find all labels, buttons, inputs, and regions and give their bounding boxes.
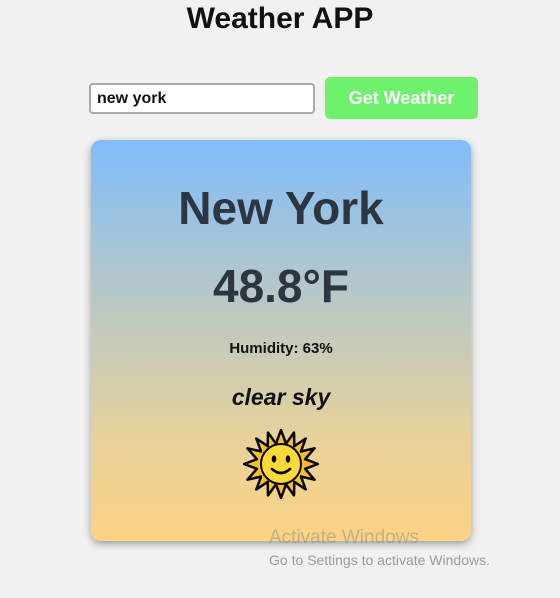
humidity: Humidity: 63%	[91, 339, 471, 359]
temperature: 48.8°F	[212, 260, 350, 312]
sun-face	[260, 443, 302, 485]
city-search-input[interactable]	[89, 83, 315, 114]
sun-with-face-icon	[243, 428, 319, 500]
sun-left-eye	[271, 455, 277, 463]
app-title: Weather APP	[186, 2, 374, 35]
humidity-label: Humidity:	[229, 340, 299, 357]
weather-description: clear sky	[231, 384, 331, 410]
city-name: New York	[178, 182, 384, 234]
humidity-value: 63%	[302, 340, 333, 357]
activate-windows-subtitle: Go to Settings to activate Windows.	[269, 552, 490, 568]
weather-card: New York 48.8°F Humidity: 63% clear sky	[91, 140, 471, 541]
weather-app-page: Weather APP Get Weather New York 48.8°F …	[0, 0, 560, 598]
sun-right-eye	[285, 455, 291, 463]
activate-windows-title: Activate Windows	[269, 527, 419, 548]
get-weather-button[interactable]: Get Weather	[325, 77, 478, 119]
